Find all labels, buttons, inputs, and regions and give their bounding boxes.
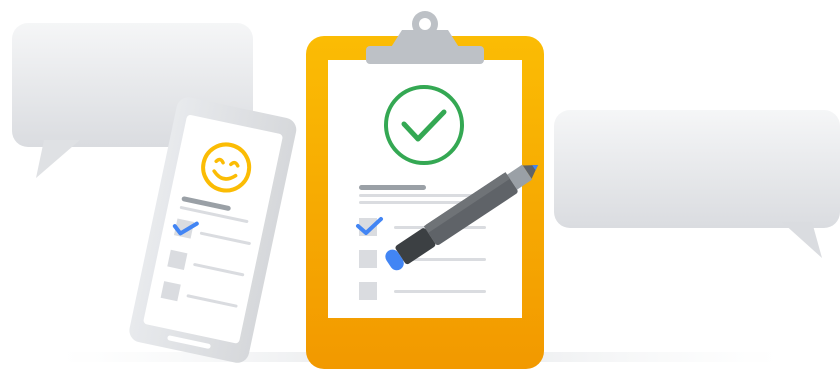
empty-checkbox-icon [167, 249, 188, 270]
survey-illustration [12, 11, 840, 369]
empty-checkbox-icon [359, 282, 377, 300]
empty-checkbox-icon [160, 281, 181, 302]
empty-checkbox-icon [359, 250, 377, 268]
checklist-text-line [394, 290, 486, 293]
clipboard-subheading-line [359, 194, 486, 197]
clipboard-heading-line [359, 185, 426, 190]
speech-bubble-right [554, 110, 840, 258]
